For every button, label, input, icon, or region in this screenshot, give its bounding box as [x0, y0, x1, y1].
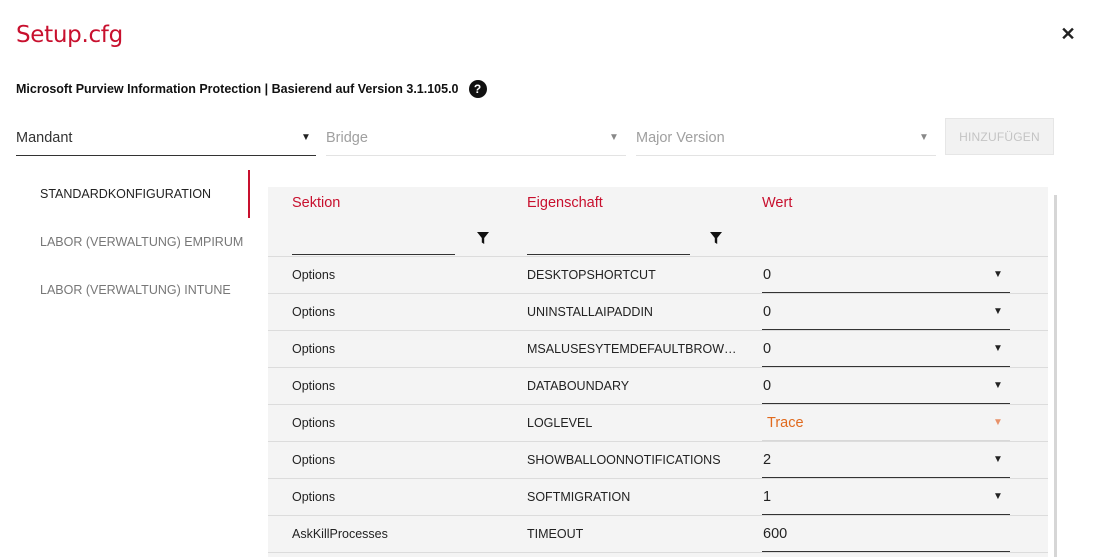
value-select[interactable]: 0 ▼: [762, 331, 1010, 367]
close-icon[interactable]: ✕: [1058, 24, 1078, 44]
value-select[interactable]: 2 ▼: [762, 442, 1010, 478]
section-cell: Options: [292, 453, 336, 467]
chevron-down-icon: ▼: [993, 343, 1003, 354]
section-filter-input[interactable]: [292, 227, 455, 255]
chevron-down-icon: ▼: [993, 269, 1003, 280]
value-text: 0: [763, 266, 772, 283]
value-text: Trace: [767, 414, 804, 431]
property-cell: LOGLEVEL: [527, 416, 593, 430]
table-row: AskKillProcesses TIMEOUT 600: [268, 516, 1048, 553]
dialog-title: Setup.cfg: [16, 22, 123, 48]
property-cell: DATABOUNDARY: [527, 379, 630, 393]
table-scrollbar[interactable]: [1054, 195, 1057, 557]
value-text: 0: [763, 377, 772, 394]
value-text: 600: [763, 525, 788, 542]
mandant-select[interactable]: Mandant ▼: [16, 120, 316, 156]
chevron-down-icon: ▼: [993, 306, 1003, 317]
column-header-section[interactable]: Sektion: [292, 195, 340, 211]
sidebar-item-labor-empirum[interactable]: LABOR (VERWALTUNG) EMPIRUM: [0, 218, 250, 266]
property-filter-input[interactable]: [527, 227, 690, 255]
property-cell: DESKTOPSHORTCUT: [527, 268, 656, 282]
version-info: Microsoft Purview Information Protection…: [16, 82, 459, 96]
section-cell: Options: [292, 342, 336, 356]
value-select[interactable]: 0 ▼: [762, 257, 1010, 293]
value-text: 2: [763, 451, 772, 468]
help-icon[interactable]: ?: [468, 80, 487, 98]
column-header-value[interactable]: Wert: [762, 195, 792, 211]
chevron-down-icon: ▼: [993, 454, 1003, 465]
property-cell: SHOWBALLOONNOTIFICATIONS: [527, 453, 721, 467]
value-input[interactable]: 600: [762, 516, 1010, 552]
value-text: 1: [763, 488, 772, 505]
mandant-select-label: Mandant: [16, 129, 73, 146]
value-select[interactable]: 1 ▼: [762, 479, 1010, 515]
chevron-down-icon: ▼: [993, 380, 1003, 391]
sidebar-item-label: LABOR (VERWALTUNG) EMPIRUM: [40, 235, 244, 249]
table-row: Options DESKTOPSHORTCUT 0 ▼: [268, 257, 1048, 294]
section-cell: Options: [292, 268, 336, 282]
config-table: Sektion Eigenschaft Wert Options DESKTOP…: [268, 187, 1048, 557]
filter-icon[interactable]: [709, 231, 723, 245]
sidebar-item-label: STANDARDKONFIGURATION: [40, 187, 212, 201]
section-cell: Options: [292, 416, 336, 430]
chevron-down-icon: ▼: [609, 132, 619, 143]
sidebar-item-labor-intune[interactable]: LABOR (VERWALTUNG) INTUNE: [0, 266, 250, 314]
major-version-select-label: Major Version: [636, 129, 725, 146]
table-row: Options DATABOUNDARY 0 ▼: [268, 368, 1048, 405]
sidebar-item-label: LABOR (VERWALTUNG) INTUNE: [40, 283, 231, 297]
subtitle-row: Microsoft Purview Information Protection…: [16, 80, 487, 98]
table-row: Options SHOWBALLOONNOTIFICATIONS 2 ▼: [268, 442, 1048, 479]
table-row: Options MSALUSESYTEMDEFAULTBROW… 0 ▼: [268, 331, 1048, 368]
sidebar: STANDARDKONFIGURATION LABOR (VERWALTUNG)…: [0, 170, 250, 314]
table-row: Options UNINSTALLAIPADDIN 0 ▼: [268, 294, 1048, 331]
section-cell: Options: [292, 305, 336, 319]
section-cell: Options: [292, 379, 336, 393]
filter-icon[interactable]: [476, 231, 490, 245]
property-cell: UNINSTALLAIPADDIN: [527, 305, 653, 319]
value-select[interactable]: Trace ▼: [762, 405, 1010, 441]
value-select[interactable]: 0 ▼: [762, 294, 1010, 330]
table-header: Sektion Eigenschaft Wert: [268, 187, 1048, 257]
section-cell: AskKillProcesses: [292, 527, 388, 541]
section-cell: Options: [292, 490, 336, 504]
property-cell: MSALUSESYTEMDEFAULTBROW…: [527, 342, 737, 356]
table-row: Options SOFTMIGRATION 1 ▼: [268, 479, 1048, 516]
chevron-down-icon: ▼: [919, 132, 929, 143]
table-row: Options LOGLEVEL Trace ▼: [268, 405, 1048, 442]
add-button[interactable]: HINZUFÜGEN: [945, 118, 1054, 155]
bridge-select[interactable]: Bridge ▼: [326, 120, 626, 156]
bridge-select-label: Bridge: [326, 129, 368, 146]
major-version-select[interactable]: Major Version ▼: [636, 120, 936, 156]
property-cell: TIMEOUT: [527, 527, 584, 541]
column-header-property[interactable]: Eigenschaft: [527, 195, 603, 211]
sidebar-item-standardkonfiguration[interactable]: STANDARDKONFIGURATION: [0, 170, 250, 218]
property-cell: SOFTMIGRATION: [527, 490, 631, 504]
chevron-down-icon: ▼: [993, 417, 1003, 428]
value-select[interactable]: 0 ▼: [762, 368, 1010, 404]
chevron-down-icon: ▼: [301, 132, 311, 143]
chevron-down-icon: ▼: [993, 491, 1003, 502]
value-text: 0: [763, 303, 772, 320]
value-text: 0: [763, 340, 772, 357]
